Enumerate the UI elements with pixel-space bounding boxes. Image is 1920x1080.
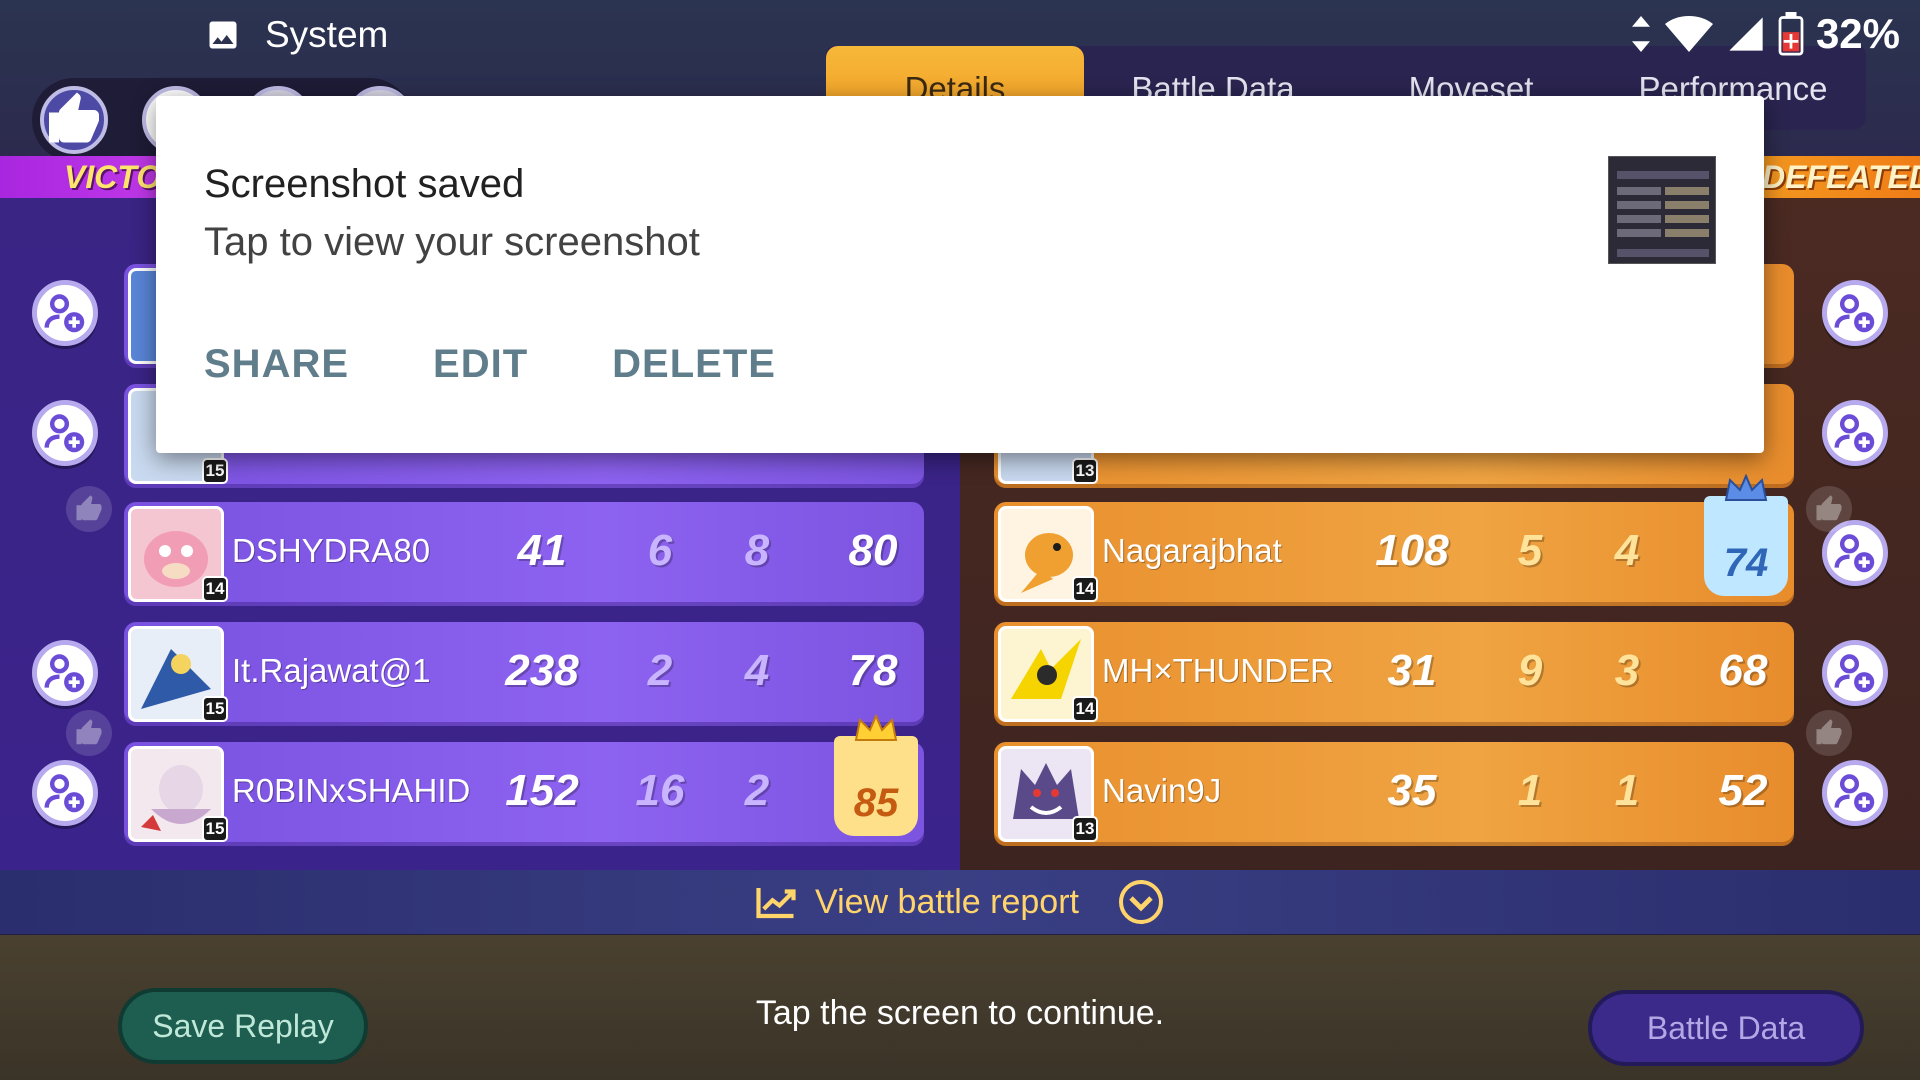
add-friend-button[interactable]: [32, 760, 98, 826]
add-friend-icon: [1834, 294, 1875, 333]
stat-ko: 9: [1517, 646, 1543, 695]
add-friend-button[interactable]: [32, 280, 98, 346]
like-player-button[interactable]: [1806, 710, 1852, 756]
data-transfer-icon: [1631, 16, 1650, 52]
add-friend-icon: [1834, 654, 1875, 693]
level-badge: 14: [1072, 696, 1098, 722]
crown-icon: [854, 714, 898, 741]
player-row[interactable]: 15 R0BINxSHAHID 152 16 2 85: [124, 714, 924, 846]
player-name: MH×THUNDER: [1102, 652, 1334, 689]
defeated-banner: DEFEATED: [1750, 156, 1920, 198]
view-battle-report-button[interactable]: View battle report: [0, 870, 1920, 934]
player-row[interactable]: 13 Navin9J 35 1 1 52: [994, 742, 1794, 846]
add-friend-button[interactable]: [1822, 760, 1888, 826]
thumbs-up-icon: [76, 719, 102, 745]
add-friend-icon: [44, 294, 85, 333]
battle-data-button[interactable]: Battle Data: [1588, 990, 1864, 1066]
chart-trend-icon: [756, 888, 796, 919]
like-player-button[interactable]: [66, 710, 112, 756]
level-badge: 14: [202, 576, 228, 602]
level-badge: 14: [1072, 576, 1098, 602]
score: 74: [1723, 541, 1769, 585]
level-badge: 15: [202, 696, 228, 722]
add-friend-icon: [44, 414, 85, 453]
add-friend-icon: [1834, 534, 1875, 573]
screenshot-thumbnail[interactable]: [1608, 156, 1716, 264]
stat-assists: 1: [1614, 766, 1640, 815]
mvp-score-badge: 85: [834, 714, 918, 836]
score: 52: [1718, 766, 1768, 815]
stat-ko: 1: [1517, 766, 1543, 815]
add-friend-button[interactable]: [1822, 400, 1888, 466]
player-row[interactable]: 14 MH×THUNDER 31 9 3 68: [994, 622, 1794, 726]
level-badge: 13: [1072, 458, 1098, 484]
thumbs-up-icon: [1816, 719, 1842, 745]
wifi-icon: [1664, 16, 1713, 52]
player-name: DSHYDRA80: [232, 532, 431, 569]
add-friend-button[interactable]: [32, 400, 98, 466]
thumbs-up-icon: [1816, 495, 1842, 521]
mvp-score-badge: 74: [1704, 474, 1788, 596]
battery-percent: 32%: [1815, 10, 1900, 57]
level-badge: 15: [202, 458, 228, 484]
add-friend-button[interactable]: [32, 640, 98, 706]
cell-signal-icon: [1729, 17, 1763, 51]
level-badge: 13: [1072, 816, 1098, 842]
player-name: It.Rajawat@1: [232, 652, 431, 689]
thumbs-up-icon: [49, 92, 99, 143]
add-friend-icon: [44, 654, 85, 693]
stat-points: 31: [1387, 646, 1437, 695]
edit-button[interactable]: EDIT: [433, 342, 528, 387]
notification-actions: SHARE EDIT DELETE: [204, 342, 776, 387]
thumbs-up-button[interactable]: [40, 86, 108, 154]
stat-ko: 6: [647, 526, 673, 575]
stat-assists: 2: [744, 766, 770, 815]
stat-assists: 4: [744, 646, 770, 695]
add-friend-button[interactable]: [1822, 640, 1888, 706]
player-name: R0BINxSHAHID: [232, 772, 471, 809]
notification-title: Screenshot saved: [204, 162, 525, 206]
crown-icon: [1724, 474, 1768, 501]
player-row[interactable]: 14 DSHYDRA80 41 6 8 80: [124, 502, 924, 606]
add-friend-icon: [44, 774, 85, 813]
screenshot-notification[interactable]: Screenshot saved Tap to view your screen…: [156, 96, 1764, 453]
add-friend-button[interactable]: [1822, 280, 1888, 346]
stat-points: 108: [1375, 526, 1449, 575]
notification-subtitle: Tap to view your screenshot: [204, 220, 700, 264]
add-friend-icon: [1834, 774, 1875, 813]
notification-source: System: [265, 14, 389, 55]
view-battle-report-label: View battle report: [815, 882, 1079, 921]
score: 80: [848, 526, 898, 575]
stat-points: 41: [517, 526, 567, 575]
stat-points: 35: [1387, 766, 1437, 815]
like-player-button[interactable]: [1806, 486, 1852, 532]
stat-ko: 16: [635, 766, 685, 815]
player-row[interactable]: 14 Nagarajbhat 108 5 4 74: [994, 474, 1794, 606]
player-name: Nagarajbhat: [1102, 532, 1282, 569]
player-row[interactable]: 15 It.Rajawat@1 238 2 4 78: [124, 622, 924, 726]
stat-points: 238: [505, 646, 579, 695]
stat-points: 152: [505, 766, 579, 815]
thumbs-up-icon: [76, 495, 102, 521]
score: 68: [1718, 646, 1768, 695]
status-bar: System 32%: [0, 0, 1920, 76]
battery-icon: [1778, 12, 1804, 56]
share-button[interactable]: SHARE: [204, 342, 349, 387]
victory-banner: VICTORY: [0, 156, 170, 198]
player-name: Navin9J: [1102, 772, 1222, 809]
score: 78: [848, 646, 898, 695]
delete-button[interactable]: DELETE: [612, 342, 776, 387]
chevron-down-circle-icon: [1118, 880, 1163, 924]
like-player-button[interactable]: [66, 486, 112, 532]
stat-assists: 4: [1614, 526, 1640, 575]
image-icon: [209, 21, 237, 49]
level-badge: 15: [202, 816, 228, 842]
stat-ko: 2: [647, 646, 673, 695]
stat-assists: 3: [1614, 646, 1640, 695]
score: 85: [853, 781, 899, 825]
stat-assists: 8: [744, 526, 770, 575]
stat-ko: 5: [1517, 526, 1543, 575]
add-friend-icon: [1834, 414, 1875, 453]
